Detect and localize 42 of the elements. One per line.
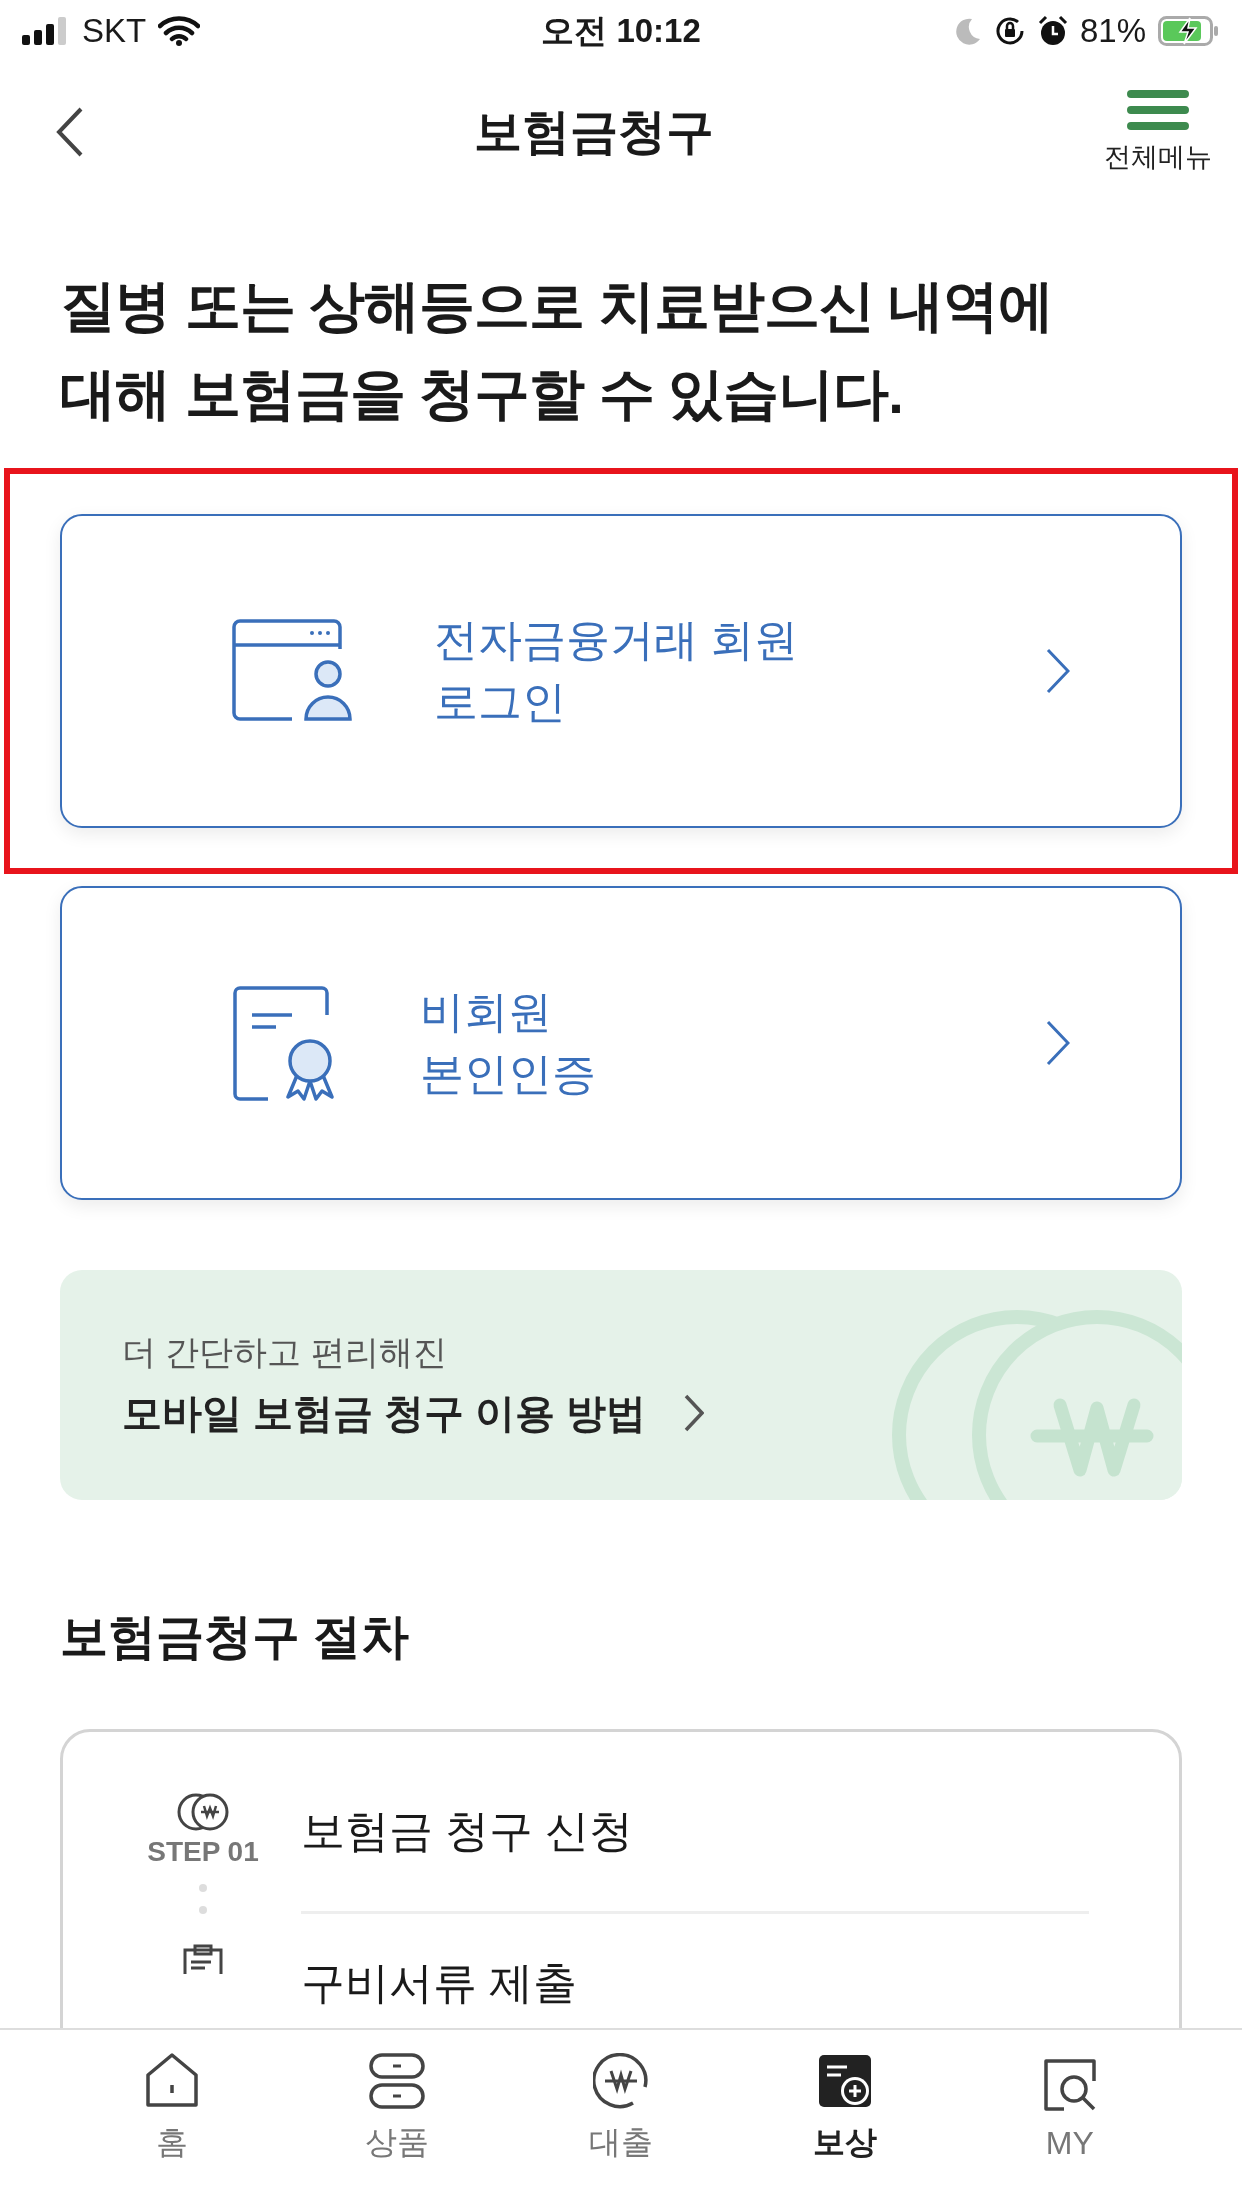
login-option-card[interactable]: 비회원 본인인증 [60,886,1182,1200]
option-label: 전자금융거래 회원 [434,614,800,666]
tab-bar-item[interactable]: MY [957,2030,1183,2208]
guide-banner[interactable]: 더 간단하고 편리해진 모바일 보험금 청구 이용 방법 [60,1270,1182,1500]
won-coin-icon [593,2053,649,2109]
carrier-name: SKT [82,12,147,50]
alarm-icon [1037,15,1068,47]
step-title: 보험금 청구 신청 [301,1792,1089,1914]
wifi-icon [158,16,201,46]
tab-bar-item[interactable]: 대출 [508,2030,734,2208]
chevron-right-icon [684,1394,705,1432]
section-title: 보험금청구 절차 [60,1609,411,1665]
tab-bar-item[interactable]: 상품 [284,2030,509,2208]
step-title: 구비서류 제출 [301,1957,579,2009]
clock-time: 오전 10:12 [541,10,701,51]
search-document-icon [1041,2056,1098,2113]
document-plus-icon [817,2053,874,2109]
moon-icon [953,17,982,45]
tab-bar-item[interactable]: 홈 [60,2030,285,2208]
stacked-pills-icon [368,2053,425,2109]
menu-icon [1127,89,1189,131]
option-label: 로그인 [434,676,567,728]
home-icon [144,2053,201,2109]
banner-title: 모바일 보험금 청구 이용 방법 [122,1389,647,1437]
step-number: STEP 01 [147,1836,259,1868]
login-option-card[interactable]: 전자금융거래 회원 로그인 [60,514,1182,828]
dotted-line-icon [199,1884,207,1914]
chevron-right-icon [1046,1020,1070,1066]
banner-subtitle: 더 간단하고 편리해진 [122,1331,448,1373]
chevron-right-icon [1046,648,1070,694]
battery-percent: 81% [1079,12,1146,50]
option-label: 본인인증 [420,1048,597,1100]
tab-bar-item[interactable]: 보상 [733,2030,958,2208]
battery-charging-icon [1158,16,1220,46]
option-label: 비회원 [420,986,553,1038]
intro-heading: 질병 또는 상해등으로 치료받으신 내역에 대해 보험금을 청구할 수 있습니다. [60,273,1055,427]
page-title: 보험금청구 [474,104,714,160]
clipboard-icon [181,1944,225,1974]
coins-icon [176,1792,230,1832]
rotation-lock-icon [993,15,1026,47]
back-icon[interactable] [56,107,84,157]
menu-button[interactable]: 전체메뉴 [1104,89,1212,175]
